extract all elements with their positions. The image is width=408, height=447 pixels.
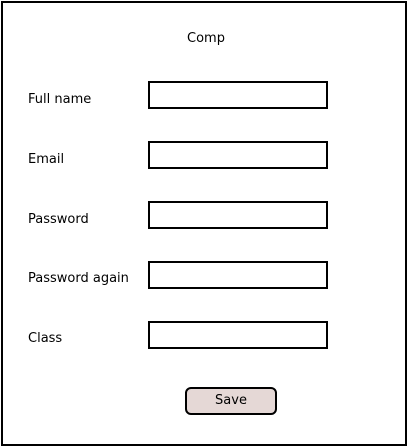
password-again-label: Password again <box>28 271 129 286</box>
password-field[interactable] <box>148 201 328 229</box>
email-label: Email <box>28 152 65 167</box>
password-again-field[interactable] <box>148 261 328 289</box>
full-name-label: Full name <box>28 92 92 107</box>
class-field[interactable] <box>148 321 328 349</box>
full-name-field[interactable] <box>148 81 328 109</box>
password-label: Password <box>28 212 89 227</box>
form-title: Comp <box>187 31 225 46</box>
form-window: Comp Full name Email Password Password a… <box>1 1 407 446</box>
class-label: Class <box>28 331 63 346</box>
email-field[interactable] <box>148 141 328 169</box>
save-button[interactable]: Save <box>185 387 277 415</box>
